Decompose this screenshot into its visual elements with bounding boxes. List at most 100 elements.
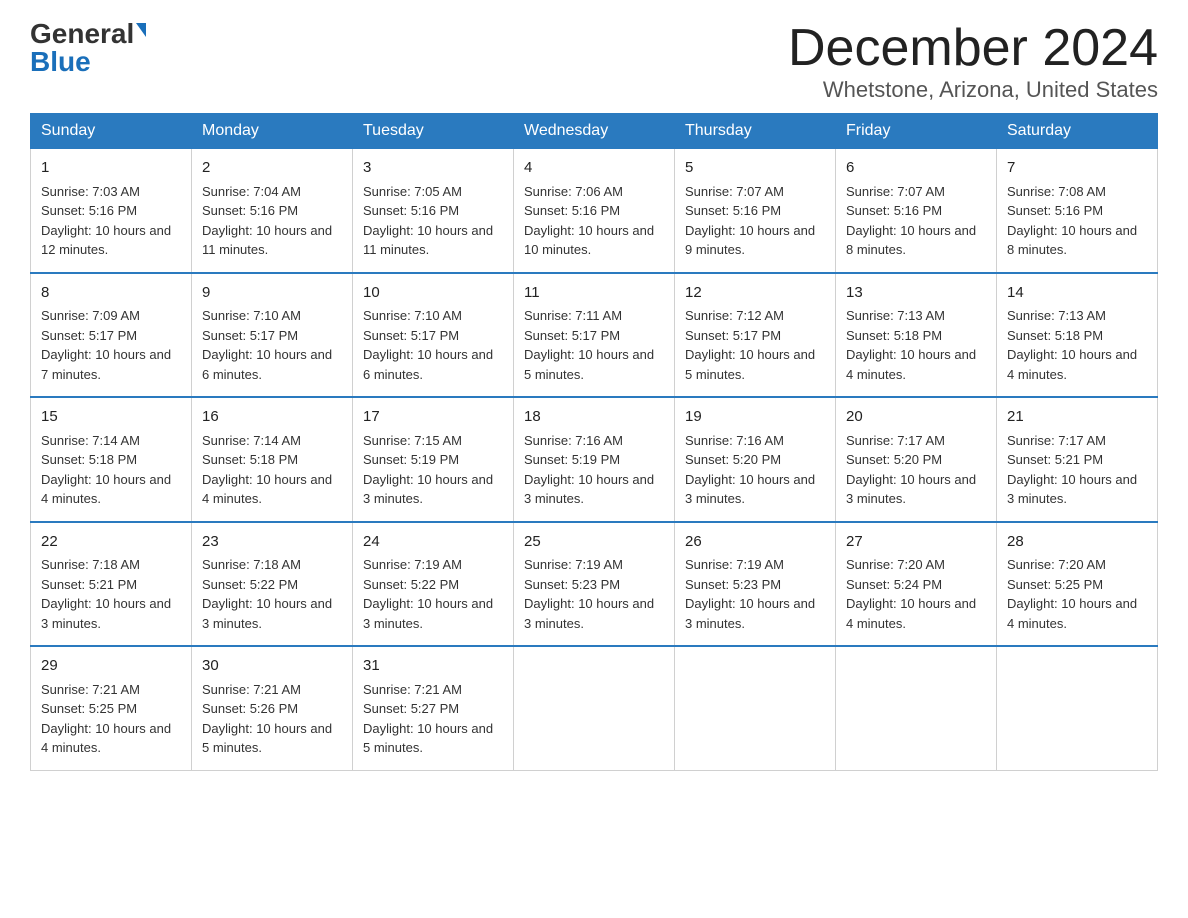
calendar-header-row: Sunday Monday Tuesday Wednesday Thursday… [31,114,1158,149]
col-wednesday: Wednesday [514,114,675,149]
sunrise-label: Sunrise: 7:07 AM [685,184,784,199]
sunrise-label: Sunrise: 7:06 AM [524,184,623,199]
sunset-label: Sunset: 5:22 PM [363,577,459,592]
table-row: 3 Sunrise: 7:05 AM Sunset: 5:16 PM Dayli… [353,149,514,273]
table-row: 17 Sunrise: 7:15 AM Sunset: 5:19 PM Dayl… [353,397,514,522]
table-row: 8 Sunrise: 7:09 AM Sunset: 5:17 PM Dayli… [31,273,192,398]
table-row: 19 Sunrise: 7:16 AM Sunset: 5:20 PM Dayl… [675,397,836,522]
sunrise-label: Sunrise: 7:18 AM [202,557,301,572]
sunset-label: Sunset: 5:19 PM [524,452,620,467]
table-row: 22 Sunrise: 7:18 AM Sunset: 5:21 PM Dayl… [31,522,192,647]
sunrise-label: Sunrise: 7:17 AM [846,433,945,448]
sunset-label: Sunset: 5:21 PM [41,577,137,592]
sunset-label: Sunset: 5:24 PM [846,577,942,592]
sunrise-label: Sunrise: 7:18 AM [41,557,140,572]
table-row: 24 Sunrise: 7:19 AM Sunset: 5:22 PM Dayl… [353,522,514,647]
col-sunday: Sunday [31,114,192,149]
sunrise-label: Sunrise: 7:10 AM [202,308,301,323]
sunrise-label: Sunrise: 7:17 AM [1007,433,1106,448]
page-header: General Blue December 2024 Whetstone, Ar… [30,20,1158,103]
table-row: 4 Sunrise: 7:06 AM Sunset: 5:16 PM Dayli… [514,149,675,273]
day-number: 26 [685,531,825,554]
sunset-label: Sunset: 5:21 PM [1007,452,1103,467]
sunset-label: Sunset: 5:16 PM [363,203,459,218]
table-row: 13 Sunrise: 7:13 AM Sunset: 5:18 PM Dayl… [836,273,997,398]
daylight-label: Daylight: 10 hours and 9 minutes. [685,223,815,258]
daylight-label: Daylight: 10 hours and 12 minutes. [41,223,171,258]
table-row: 18 Sunrise: 7:16 AM Sunset: 5:19 PM Dayl… [514,397,675,522]
table-row: 28 Sunrise: 7:20 AM Sunset: 5:25 PM Dayl… [997,522,1158,647]
calendar-week-row: 29 Sunrise: 7:21 AM Sunset: 5:25 PM Dayl… [31,646,1158,770]
sunrise-label: Sunrise: 7:21 AM [41,682,140,697]
sunset-label: Sunset: 5:26 PM [202,701,298,716]
daylight-label: Daylight: 10 hours and 3 minutes. [846,472,976,507]
daylight-label: Daylight: 10 hours and 3 minutes. [524,472,654,507]
table-row: 20 Sunrise: 7:17 AM Sunset: 5:20 PM Dayl… [836,397,997,522]
page-title: December 2024 [788,20,1158,77]
sunrise-label: Sunrise: 7:04 AM [202,184,301,199]
sunset-label: Sunset: 5:23 PM [685,577,781,592]
day-number: 27 [846,531,986,554]
calendar-week-row: 1 Sunrise: 7:03 AM Sunset: 5:16 PM Dayli… [31,149,1158,273]
logo-general: General [30,20,134,48]
table-row [675,646,836,770]
sunrise-label: Sunrise: 7:03 AM [41,184,140,199]
day-number: 7 [1007,157,1147,180]
day-number: 25 [524,531,664,554]
sunrise-label: Sunrise: 7:07 AM [846,184,945,199]
sunset-label: Sunset: 5:16 PM [41,203,137,218]
col-tuesday: Tuesday [353,114,514,149]
day-number: 12 [685,282,825,305]
day-number: 20 [846,406,986,429]
daylight-label: Daylight: 10 hours and 3 minutes. [1007,472,1137,507]
sunrise-label: Sunrise: 7:09 AM [41,308,140,323]
sunset-label: Sunset: 5:20 PM [685,452,781,467]
day-number: 23 [202,531,342,554]
sunrise-label: Sunrise: 7:16 AM [685,433,784,448]
daylight-label: Daylight: 10 hours and 11 minutes. [202,223,332,258]
sunset-label: Sunset: 5:16 PM [202,203,298,218]
daylight-label: Daylight: 10 hours and 3 minutes. [363,596,493,631]
sunset-label: Sunset: 5:17 PM [685,328,781,343]
table-row [997,646,1158,770]
sunrise-label: Sunrise: 7:13 AM [1007,308,1106,323]
daylight-label: Daylight: 10 hours and 11 minutes. [363,223,493,258]
sunset-label: Sunset: 5:27 PM [363,701,459,716]
day-number: 17 [363,406,503,429]
day-number: 6 [846,157,986,180]
table-row: 23 Sunrise: 7:18 AM Sunset: 5:22 PM Dayl… [192,522,353,647]
daylight-label: Daylight: 10 hours and 6 minutes. [363,347,493,382]
table-row: 14 Sunrise: 7:13 AM Sunset: 5:18 PM Dayl… [997,273,1158,398]
sunset-label: Sunset: 5:16 PM [524,203,620,218]
sunrise-label: Sunrise: 7:13 AM [846,308,945,323]
daylight-label: Daylight: 10 hours and 8 minutes. [1007,223,1137,258]
table-row: 1 Sunrise: 7:03 AM Sunset: 5:16 PM Dayli… [31,149,192,273]
day-number: 10 [363,282,503,305]
calendar-table: Sunday Monday Tuesday Wednesday Thursday… [30,113,1158,771]
sunset-label: Sunset: 5:18 PM [1007,328,1103,343]
calendar-week-row: 15 Sunrise: 7:14 AM Sunset: 5:18 PM Dayl… [31,397,1158,522]
day-number: 5 [685,157,825,180]
table-row: 30 Sunrise: 7:21 AM Sunset: 5:26 PM Dayl… [192,646,353,770]
table-row: 21 Sunrise: 7:17 AM Sunset: 5:21 PM Dayl… [997,397,1158,522]
table-row: 25 Sunrise: 7:19 AM Sunset: 5:23 PM Dayl… [514,522,675,647]
daylight-label: Daylight: 10 hours and 5 minutes. [685,347,815,382]
day-number: 2 [202,157,342,180]
day-number: 30 [202,655,342,678]
day-number: 13 [846,282,986,305]
sunrise-label: Sunrise: 7:05 AM [363,184,462,199]
daylight-label: Daylight: 10 hours and 4 minutes. [202,472,332,507]
sunset-label: Sunset: 5:19 PM [363,452,459,467]
sunset-label: Sunset: 5:23 PM [524,577,620,592]
day-number: 3 [363,157,503,180]
daylight-label: Daylight: 10 hours and 7 minutes. [41,347,171,382]
sunrise-label: Sunrise: 7:16 AM [524,433,623,448]
day-number: 19 [685,406,825,429]
table-row: 9 Sunrise: 7:10 AM Sunset: 5:17 PM Dayli… [192,273,353,398]
daylight-label: Daylight: 10 hours and 3 minutes. [363,472,493,507]
logo: General Blue [30,20,146,76]
day-number: 29 [41,655,181,678]
sunset-label: Sunset: 5:16 PM [846,203,942,218]
sunset-label: Sunset: 5:16 PM [685,203,781,218]
day-number: 14 [1007,282,1147,305]
